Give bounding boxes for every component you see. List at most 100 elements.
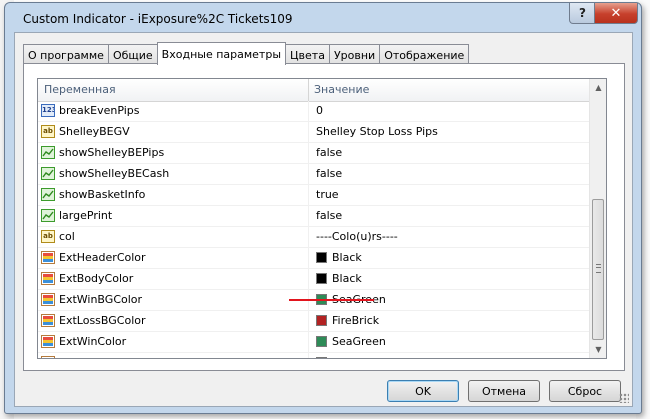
table-row[interactable]: showBasketInfo true: [38, 185, 589, 206]
color-icon: [41, 293, 55, 306]
table-row[interactable]: ExtHeaderColor Black: [38, 248, 589, 269]
tab-label: О программе: [28, 48, 104, 62]
tab-label: Входные параметры: [161, 47, 282, 61]
table-row[interactable]: 123 breakEvenPips 0: [38, 101, 589, 122]
title-bar[interactable]: Custom Indicator - iExposure%2C Tickets1…: [5, 3, 641, 33]
scroll-thumb[interactable]: [592, 199, 604, 340]
variable-cell[interactable]: ab col: [38, 227, 309, 247]
tab-strip: О программе Общие Входные параметры Цвет…: [23, 42, 470, 65]
inputs-tab-panel: Переменная Значение 123 breakEvenPips 0 ab S…: [23, 63, 625, 371]
tab-visualization[interactable]: Отображение: [379, 44, 470, 65]
value-cell[interactable]: false: [310, 164, 588, 184]
variable-name: ExtBodyColor: [59, 272, 134, 285]
ok-button[interactable]: OK: [387, 380, 459, 402]
tab-label: Цвета: [290, 48, 325, 62]
number-icon: 123: [41, 104, 55, 117]
scroll-up-icon[interactable]: ▲: [590, 79, 606, 96]
vertical-scrollbar[interactable]: ▲ ▼: [589, 79, 606, 358]
value-cell[interactable]: Black: [310, 269, 588, 289]
variable-name: ExtWinColor: [59, 335, 127, 348]
value-cell[interactable]: FireBrick: [310, 311, 588, 331]
variable-cell[interactable]: showShelleyBEPips: [38, 143, 309, 163]
column-header-value[interactable]: Значение: [308, 79, 584, 101]
bool-icon: [41, 167, 55, 180]
color-icon: [41, 272, 55, 285]
cancel-button[interactable]: Отмена: [468, 380, 540, 402]
color-icon: [41, 251, 55, 264]
table-row[interactable]: showShelleyBECash false: [38, 164, 589, 185]
grid-header: Переменная Значение: [38, 79, 589, 102]
value-text: false: [316, 167, 343, 180]
value-text: Black: [332, 251, 362, 264]
tab-common[interactable]: Общие: [107, 44, 158, 65]
color-swatch: [316, 273, 327, 284]
variable-name: col: [59, 230, 75, 243]
table-row[interactable]: ab ShelleyBEGV Shelley Stop Loss Pips: [38, 122, 589, 143]
variable-name: showShelleyBECash: [59, 167, 170, 180]
value-text: Black: [332, 272, 362, 285]
variable-cell[interactable]: largePrint: [38, 206, 309, 226]
value-cell[interactable]: Shelley Stop Loss Pips: [310, 122, 588, 142]
bool-icon: [41, 188, 55, 201]
value-cell[interactable]: false: [310, 143, 588, 163]
variable-cell[interactable]: 123 breakEvenPips: [38, 101, 309, 121]
tab-levels[interactable]: Уровни: [328, 44, 381, 65]
tab-about[interactable]: О программе: [23, 44, 109, 65]
value-text: FireBrick: [332, 356, 379, 358]
string-icon: ab: [41, 125, 55, 138]
value-cell[interactable]: ----Colo(u)rs----: [310, 227, 588, 247]
variable-name: largePrint: [59, 209, 113, 222]
tab-colors[interactable]: Цвета: [285, 44, 330, 65]
color-icon: [41, 356, 55, 358]
table-row[interactable]: largePrint false: [38, 206, 589, 227]
tab-label: Уровни: [333, 48, 376, 62]
table-row[interactable]: ExtWinColor SeaGreen: [38, 332, 589, 353]
variable-cell[interactable]: ExtWinColor: [38, 332, 309, 352]
color-icon: [41, 335, 55, 348]
variable-cell[interactable]: ExtBodyColor: [38, 269, 309, 289]
value-cell[interactable]: 0: [310, 101, 588, 121]
reset-button[interactable]: Сброс: [549, 380, 621, 402]
value-text: false: [316, 146, 343, 159]
color-swatch: [316, 336, 327, 347]
value-cell[interactable]: Black: [310, 248, 588, 268]
color-icon: [41, 314, 55, 327]
variable-cell[interactable]: showShelleyBECash: [38, 164, 309, 184]
red-annotation-underline: [289, 299, 374, 301]
string-icon: ab: [41, 230, 55, 243]
variable-name: ExtLossColor: [59, 356, 130, 358]
table-row[interactable]: ExtLossColor FireBrick: [38, 353, 589, 358]
variable-cell[interactable]: ExtWinBGColor: [38, 290, 309, 310]
table-row[interactable]: ab col ----Colo(u)rs----: [38, 227, 589, 248]
tab-inputs[interactable]: Входные параметры: [156, 42, 287, 65]
value-text: SeaGreen: [332, 335, 386, 348]
window-title: Custom Indicator - iExposure%2C Tickets1…: [23, 12, 293, 26]
variable-cell[interactable]: ab ShelleyBEGV: [38, 122, 309, 142]
table-row[interactable]: showShelleyBEPips false: [38, 143, 589, 164]
color-swatch: [316, 252, 327, 263]
table-row[interactable]: ExtLossBGColor FireBrick: [38, 311, 589, 332]
tab-label: Отображение: [384, 48, 465, 62]
close-button[interactable]: ✕: [594, 3, 638, 24]
value-cell[interactable]: FireBrick: [310, 353, 588, 358]
column-header-variable[interactable]: Переменная: [38, 79, 309, 101]
help-button[interactable]: ?: [569, 3, 596, 24]
variable-cell[interactable]: ExtHeaderColor: [38, 248, 309, 268]
scroll-down-icon[interactable]: ▼: [590, 341, 606, 358]
variable-name: ExtLossBGColor: [59, 314, 146, 327]
custom-indicator-dialog: Custom Indicator - iExposure%2C Tickets1…: [4, 2, 642, 414]
value-cell[interactable]: true: [310, 185, 588, 205]
value-text: FireBrick: [332, 314, 380, 327]
value-cell[interactable]: false: [310, 206, 588, 226]
color-swatch: [316, 315, 327, 326]
variable-cell[interactable]: ExtLossColor: [38, 353, 309, 358]
variable-cell[interactable]: showBasketInfo: [38, 185, 309, 205]
variable-cell[interactable]: ExtLossBGColor: [38, 311, 309, 331]
resize-grip-icon[interactable]: [619, 393, 629, 403]
tab-label: Общие: [112, 48, 153, 62]
color-swatch: [316, 357, 327, 358]
help-icon: ?: [579, 6, 586, 20]
table-row[interactable]: ExtBodyColor Black: [38, 269, 589, 290]
value-cell[interactable]: SeaGreen: [310, 332, 588, 352]
variable-name: ExtHeaderColor: [59, 251, 146, 264]
